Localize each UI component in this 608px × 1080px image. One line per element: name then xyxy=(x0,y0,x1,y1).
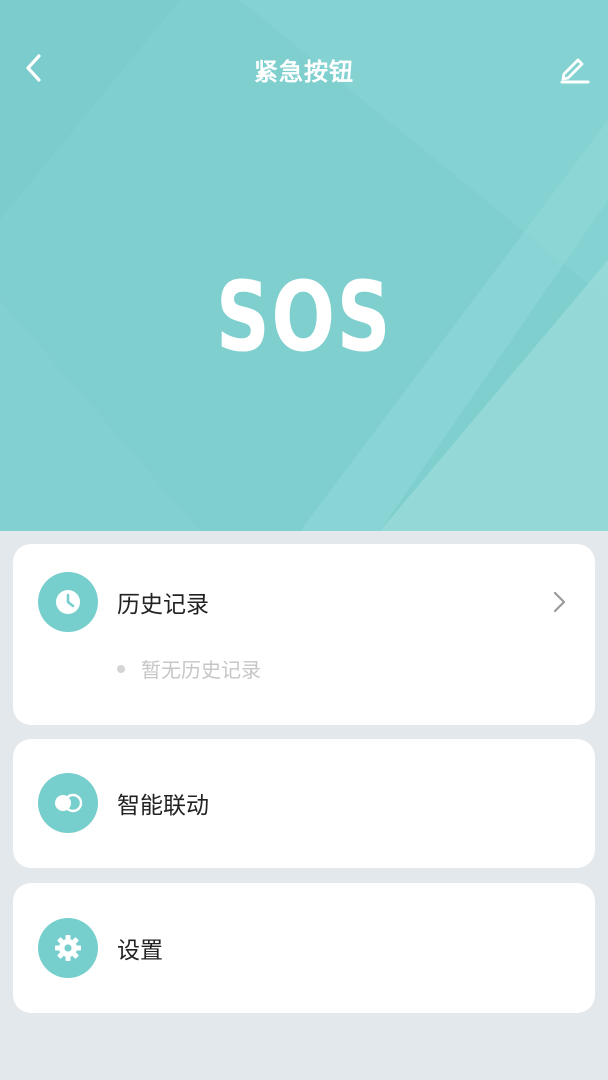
hero-banner: 紧急按钮 SOS xyxy=(0,0,608,531)
history-icon-circle xyxy=(38,572,98,632)
settings-icon-circle xyxy=(38,918,98,978)
linkage-row[interactable]: 智能联动 xyxy=(13,768,595,838)
history-row[interactable]: 历史记录 xyxy=(13,567,595,637)
edit-button[interactable] xyxy=(554,48,594,88)
history-card: 历史记录 暂无历史记录 xyxy=(13,544,595,725)
history-empty-text: 暂无历史记录 xyxy=(141,658,261,682)
linkage-card[interactable]: 智能联动 xyxy=(13,739,595,868)
top-bar: 紧急按钮 xyxy=(0,40,608,96)
chevron-right-icon xyxy=(549,590,569,614)
toggle-icon xyxy=(55,793,83,813)
history-label: 历史记录 xyxy=(117,592,209,618)
settings-card[interactable]: 设置 xyxy=(13,883,595,1013)
bullet-dot xyxy=(117,664,125,673)
gear-icon xyxy=(55,935,81,961)
settings-label: 设置 xyxy=(117,938,163,964)
pencil-icon xyxy=(560,58,590,84)
linkage-label: 智能联动 xyxy=(117,793,209,819)
linkage-icon-circle xyxy=(38,773,98,833)
history-empty-state: 暂无历史记录 xyxy=(117,654,261,683)
clock-icon xyxy=(56,590,80,614)
sos-label: SOS xyxy=(215,261,393,373)
page-title: 紧急按钮 xyxy=(254,58,354,86)
settings-row[interactable]: 设置 xyxy=(13,913,595,983)
